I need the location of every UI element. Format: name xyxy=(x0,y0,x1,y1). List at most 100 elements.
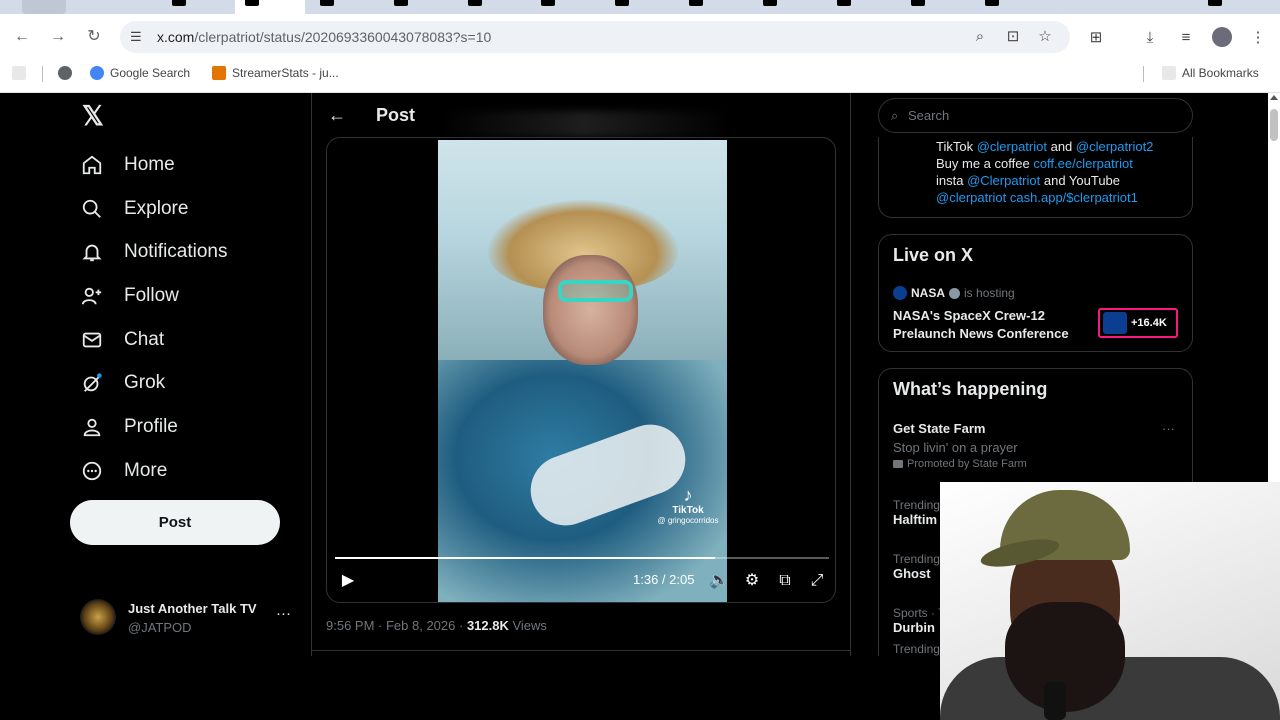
url-text[interactable]: x.com/clerpatriot/status/202069336004307… xyxy=(157,29,491,45)
bio-link[interactable]: @clerpatriot xyxy=(936,190,1006,205)
nav-chat[interactable]: Chat xyxy=(80,320,164,360)
promo-by: Promoted by State Farm xyxy=(893,458,1027,470)
views-count: 312.8K xyxy=(466,618,509,633)
browser-tab[interactable] xyxy=(911,0,925,14)
bio-text: and xyxy=(1046,139,1076,154)
post-date[interactable]: Feb 8, 2026 xyxy=(386,618,455,633)
back-arrow-icon[interactable]: ← xyxy=(328,105,348,125)
listener-avatar xyxy=(1103,312,1127,334)
back-arrow-icon[interactable]: ← xyxy=(13,28,31,46)
tab-favicon-icon xyxy=(911,0,925,6)
bookmark-label: Google Search xyxy=(110,66,191,80)
nav-label: Explore xyxy=(124,198,189,219)
video-progress-bar[interactable] xyxy=(335,557,829,559)
forward-arrow-icon[interactable]: → xyxy=(49,28,67,46)
browser-tab-active[interactable] xyxy=(235,0,305,14)
trend-item[interactable]: Trending Ghost xyxy=(893,552,940,581)
browser-tab[interactable] xyxy=(615,0,629,14)
scrollbar-thumb[interactable] xyxy=(1270,109,1278,141)
bookmark-star-icon[interactable]: ☆ xyxy=(1036,28,1054,46)
downloads-icon[interactable]: ⤓ xyxy=(1140,28,1160,48)
reload-icon[interactable]: ↻ xyxy=(85,28,103,46)
apps-icon[interactable] xyxy=(12,66,26,80)
trend-item[interactable]: Trending xyxy=(893,642,940,656)
browser-tab[interactable] xyxy=(1208,0,1222,14)
all-bookmarks-label: All Bookmarks xyxy=(1182,66,1259,80)
media-controls-icon[interactable]: ≡ xyxy=(1176,28,1196,48)
nav-grok[interactable]: Grok xyxy=(80,363,165,403)
webcam-overlay xyxy=(940,482,1280,720)
search-input[interactable]: ⌕ Search xyxy=(878,98,1193,133)
video-player[interactable]: ♪ TikTok @ gringocorridos ▶ 1:36 / 2:05 … xyxy=(326,137,836,603)
bookmark-separator xyxy=(42,66,43,82)
browser-tab[interactable] xyxy=(763,0,777,14)
nav-home[interactable]: Home xyxy=(80,145,175,185)
video-time: 1:36 / 2:05 xyxy=(633,572,695,587)
site-settings-icon[interactable]: ☰ xyxy=(130,29,146,45)
chrome-menu-icon[interactable]: ⋮ xyxy=(1248,28,1268,48)
picture-in-picture-icon[interactable]: ⧉ xyxy=(774,570,796,592)
video-subject-sunglasses xyxy=(558,280,633,302)
chrome-profile-avatar[interactable] xyxy=(1212,27,1232,47)
nav-notifications[interactable]: Notifications xyxy=(80,232,228,272)
bio-link[interactable]: cash.app/$clerpatriot1 xyxy=(1010,190,1138,205)
bio-link[interactable]: @clerpatriot2 xyxy=(1076,139,1154,154)
space-title[interactable]: NASA's SpaceX Crew-12 Prelaunch News Con… xyxy=(893,307,1093,343)
tab-search-icon[interactable]: ⊞ xyxy=(1086,28,1106,48)
browser-tab[interactable] xyxy=(394,0,408,14)
scroll-up-icon[interactable] xyxy=(1270,95,1278,100)
browser-tab[interactable] xyxy=(172,0,186,14)
post-button[interactable]: Post xyxy=(70,500,280,545)
x-logo-icon[interactable]: 𝕏 xyxy=(82,103,106,130)
bio-text: insta xyxy=(936,173,968,188)
promoted-trend[interactable]: Get State Farm Stop livin' on a prayer P… xyxy=(893,421,1027,470)
bookmarks-bar: Google Search StreamerStats - ju... All … xyxy=(0,60,1280,93)
home-icon xyxy=(80,153,104,177)
browser-tab[interactable] xyxy=(320,0,334,14)
space-host-row[interactable]: NASA is hosting xyxy=(893,286,1015,300)
trend-item[interactable]: Trending Halftim xyxy=(893,498,940,527)
trend-name: Durbin xyxy=(893,620,935,635)
browser-tab[interactable] xyxy=(468,0,482,14)
volume-icon[interactable]: 🔈 xyxy=(708,570,730,592)
bookmark-google-search[interactable]: Google Search xyxy=(90,66,190,80)
trend-meta: Sports · T xyxy=(893,606,946,620)
bio-link[interactable]: coff.ee/clerpatriot xyxy=(1033,156,1132,171)
tab-favicon-icon xyxy=(394,0,408,6)
tab-favicon-icon xyxy=(541,0,555,6)
tab-favicon-icon xyxy=(689,0,703,6)
nav-follow[interactable]: Follow xyxy=(80,276,179,316)
bio-link[interactable]: @clerpatriot xyxy=(977,139,1047,154)
tab-favicon-icon xyxy=(985,0,999,6)
bio-line: @clerpatriot cash.app/$clerpatriot1 xyxy=(936,190,1138,205)
nav-explore[interactable]: Explore xyxy=(80,189,188,229)
account-switcher[interactable]: Just Another Talk TV @JATPOD ··· xyxy=(80,593,295,637)
browser-tab[interactable] xyxy=(837,0,851,14)
address-bar[interactable]: ☰ x.com/clerpatriot/status/2020693360043… xyxy=(120,21,1070,53)
folder-icon xyxy=(1162,66,1176,80)
post-header: ← Post xyxy=(312,93,850,138)
play-icon[interactable]: ▶ xyxy=(337,570,359,592)
more-horizontal-icon[interactable]: ··· xyxy=(1162,421,1175,436)
more-horizontal-icon[interactable]: ··· xyxy=(276,605,291,622)
trend-item[interactable]: Sports · T Durbin xyxy=(893,606,945,635)
zoom-icon[interactable]: ⌕ xyxy=(971,28,989,46)
settings-gear-icon[interactable]: ⚙ xyxy=(741,570,763,592)
bio-link[interactable]: @Clerpatriot xyxy=(967,173,1040,188)
listeners-badge[interactable]: +16.4K xyxy=(1098,308,1178,338)
globe-icon[interactable] xyxy=(58,66,72,80)
tab-favicon-icon xyxy=(172,0,186,6)
post-time[interactable]: 9:56 PM xyxy=(326,618,374,633)
browser-tab[interactable] xyxy=(22,0,66,14)
nav-more[interactable]: More xyxy=(80,451,167,491)
browser-tab[interactable] xyxy=(985,0,999,14)
bookmark-streamerstats[interactable]: StreamerStats - ju... xyxy=(212,66,339,80)
install-app-icon[interactable]: ⊡ xyxy=(1004,28,1022,46)
browser-tab[interactable] xyxy=(689,0,703,14)
happening-title: What’s happening xyxy=(893,379,1048,399)
fullscreen-icon[interactable]: ⤢ xyxy=(806,570,828,592)
nav-profile[interactable]: Profile xyxy=(80,407,178,447)
all-bookmarks[interactable]: All Bookmarks xyxy=(1162,66,1259,80)
browser-tab[interactable] xyxy=(541,0,555,14)
video-frame[interactable]: ♪ TikTok @ gringocorridos xyxy=(438,140,727,602)
